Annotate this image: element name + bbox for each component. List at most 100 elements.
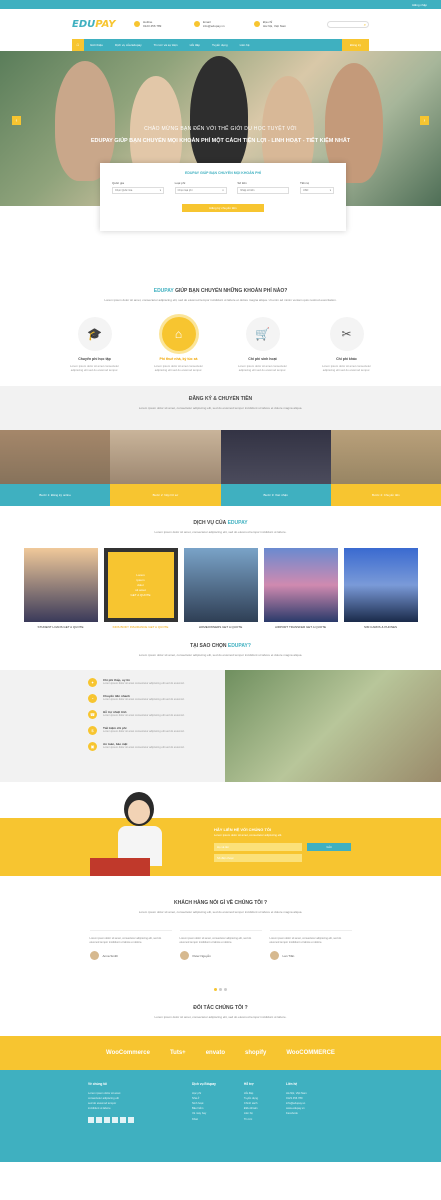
carousel-dot[interactable] (214, 988, 217, 991)
chevron-down-icon: ▾ (159, 189, 161, 192)
service-card[interactable]: Lorem ipsum dolor sit amet GET A QUOTE K… (103, 548, 178, 629)
slider-prev-button[interactable]: ‹ (12, 116, 21, 125)
author-name: Lan Trần (282, 953, 295, 958)
feature-card[interactable]: ⌂ Phí thuê nhà, ký túc xá Lorem ipsum do… (150, 316, 208, 372)
nav-item[interactable]: Giới thiệu (84, 43, 109, 47)
why-item: ✦ Chi phí thấp, uy tín Lorem ipsum dolor s… (88, 677, 225, 687)
feature-title: Phí thuê nhà, ký túc xá (159, 356, 198, 361)
login-link[interactable]: Đăng nhập (412, 3, 427, 7)
fee-form-title: EDUPAY GIÚP BẠN CHUYỂN MỌI KHOẢN PHÍ (185, 171, 261, 175)
partner-logo[interactable]: WooCOMMERCE (286, 1050, 335, 1056)
nav-item[interactable]: Tuyển dụng (206, 43, 234, 47)
carousel-dot[interactable] (219, 988, 222, 991)
feature-card[interactable]: ✂ Chi phí khác Lorem ipsum dolor sit ame… (318, 316, 376, 372)
hero-headline: EDUPAY GIÚP BẠN CHUYỂN MỌI KHOẢN PHÍ MỘT… (90, 138, 351, 144)
search-icon[interactable]: ⌕ (364, 22, 366, 27)
footer-link[interactable]: Khác (192, 1117, 216, 1122)
service-card[interactable]: HOMEOWNERS GET A QUOTE (183, 548, 258, 629)
partner-logo[interactable]: WooCommerce (106, 1050, 150, 1056)
nav-item[interactable]: Liên hệ (234, 43, 256, 47)
hero-photo-person (190, 56, 248, 176)
phone-field[interactable]: Số điện thoại (214, 853, 302, 862)
why-desc: Lorem ipsum dolor sit amet consectetur a… (103, 729, 185, 733)
nav-item[interactable]: Dịch vụ của Edupay (109, 43, 148, 47)
amount-input[interactable]: Nhập số tiền (237, 187, 290, 194)
avatar (179, 951, 189, 960)
feature-title: Chi phí khác (336, 356, 357, 361)
section-subtitle: Lorem ipsum dolor sit amet, consectetur … (138, 653, 303, 657)
step-card[interactable]: Bước 2: Nộp hồ sơ (110, 429, 221, 506)
step-card[interactable]: Bước 4: Chuyển tiền (330, 429, 441, 506)
info-value: info@edupay.vn (203, 24, 225, 28)
partner-logo[interactable]: shopify (245, 1050, 266, 1056)
home-icon[interactable]: ⌂ (72, 39, 84, 51)
clock-icon: ◔ (88, 693, 97, 703)
site-header: EDUPAY Hotline 0123 456 789 Email info@edu… (0, 9, 441, 39)
footer-heading: Dịch vụ Edupay (192, 1081, 216, 1086)
name-field[interactable]: Họ và tên (214, 842, 302, 851)
section-title: KHÁCH HÀNG NÓI GÌ VỀ CHÚNG TÔI ? (173, 899, 268, 906)
linkedin-icon[interactable] (120, 1117, 126, 1124)
send-button[interactable]: Gửi (307, 842, 351, 851)
footer-text: Hà Nội, Việt Nam (286, 1091, 307, 1095)
partner-logo[interactable]: Tuts+ (170, 1050, 186, 1056)
service-card[interactable]: SIM CARDS & PHONES (343, 548, 418, 629)
graduation-cap-icon: 🎓 (77, 316, 112, 351)
why-item: ◔ Chuyển tiền nhanh Lorem ipsum dolor sit … (88, 693, 225, 703)
step-label: Bước 1: Đăng ký online (0, 483, 111, 506)
field-label: Tiền tệ (299, 181, 310, 185)
service-caption: SIM CARDS & PHONES (363, 625, 397, 629)
nav-cta-button[interactable]: Đăng ký (341, 39, 369, 51)
handshake-icon: ✦ (88, 677, 97, 687)
logo[interactable]: EDUPAY (72, 19, 132, 30)
header-info-hotline: Hotline 0123 456 789 (134, 20, 192, 28)
twitter-icon[interactable] (96, 1117, 102, 1124)
google-plus-icon[interactable] (104, 1117, 110, 1124)
step-label: Bước 2: Nộp hồ sơ (110, 483, 221, 506)
currency-select[interactable]: USD ▾ (299, 187, 334, 194)
search-input[interactable]: ⌕ (327, 20, 369, 28)
feature-card[interactable]: 🛒 Chi phí sinh hoạt Lorem ipsum dolor si… (234, 316, 292, 372)
service-card[interactable]: STUDENT LOANS GET A QUOTE (23, 548, 98, 629)
service-caption: STUDENT LOANS GET A QUOTE (37, 625, 84, 629)
quote-link[interactable]: GET A QUOTE (130, 593, 150, 598)
students-photo (225, 669, 441, 782)
partner-logo[interactable]: envato (206, 1050, 225, 1056)
footer-link[interactable]: Tin tức (244, 1117, 258, 1122)
nav-item[interactable]: Tin tức và sự kiện (148, 43, 184, 47)
contact-section: HÃY LIÊN HỆ VỚI CHÚNG TÔI Lorem ipsum do… (0, 791, 441, 876)
testimonial-card: Lorem ipsum dolor sit amet, consectetur … (269, 930, 352, 984)
title-rest: DỊCH VỤ CỦA (193, 519, 227, 526)
country-select[interactable]: Chọn Quốc Gia ▾ (112, 187, 164, 194)
section-title: DỊCH VỤ CỦA EDUPAY (0, 520, 441, 526)
register-section: ĐĂNG KÝ & CHUYỂN TIỀN Lorem ipsum dolor … (0, 385, 441, 430)
main-nav: ⌂ Giới thiệu Dịch vụ của Edupay Tin tức … (72, 39, 369, 51)
carousel-dot[interactable] (224, 988, 227, 991)
testimonial-quote: Lorem ipsum dolor sit amet, consectetur … (89, 937, 162, 944)
rss-icon[interactable] (128, 1117, 134, 1124)
service-image (343, 548, 418, 622)
submit-transfer-button[interactable]: Đăng ký chuyển tiền (182, 204, 264, 212)
service-card[interactable]: AIRPORT TRANSFER GET A QUOTE (263, 548, 338, 629)
slider-next-button[interactable]: › (420, 116, 429, 125)
feature-desc: Lorem ipsum dolor sit amet consectetur a… (154, 363, 203, 372)
why-desc: Lorem ipsum dolor sit amet consectetur a… (103, 745, 185, 749)
social-icons (88, 1117, 164, 1124)
nav-item[interactable]: Hỏi đáp (184, 43, 206, 47)
step-card[interactable]: Bước 1: Đăng ký online (0, 429, 111, 506)
youtube-icon[interactable] (112, 1117, 118, 1124)
top-bar: Đăng nhập (0, 0, 441, 9)
site-footer: Về chúng tôi Lorem ipsum dolor sit amet … (0, 1069, 441, 1162)
partners-band: WooCommerce Tuts+ envato shopify WooCOMM… (0, 1035, 441, 1070)
footer-text: incididunt ut labore (88, 1107, 111, 1111)
section-subtitle: Lorem ipsum dolor sit amet, consectetur … (154, 1015, 287, 1019)
footer-link[interactable]: Facebook (286, 1111, 307, 1116)
chevron-down-icon: ▾ (329, 189, 331, 192)
facebook-icon[interactable] (88, 1117, 94, 1124)
step-card[interactable]: Bước 3: Xác nhận (220, 429, 331, 506)
section-subtitle: Lorem ipsum dolor sit amet, consectetur … (138, 909, 303, 914)
service-image (183, 548, 258, 622)
fee-type-select[interactable]: Chọn loại phí ▾ (174, 187, 227, 194)
feature-desc: Lorem ipsum dolor sit amet consectetur a… (322, 363, 371, 372)
feature-card[interactable]: 🎓 Chuyển phí học tập Lorem ipsum dolor s… (66, 316, 124, 372)
